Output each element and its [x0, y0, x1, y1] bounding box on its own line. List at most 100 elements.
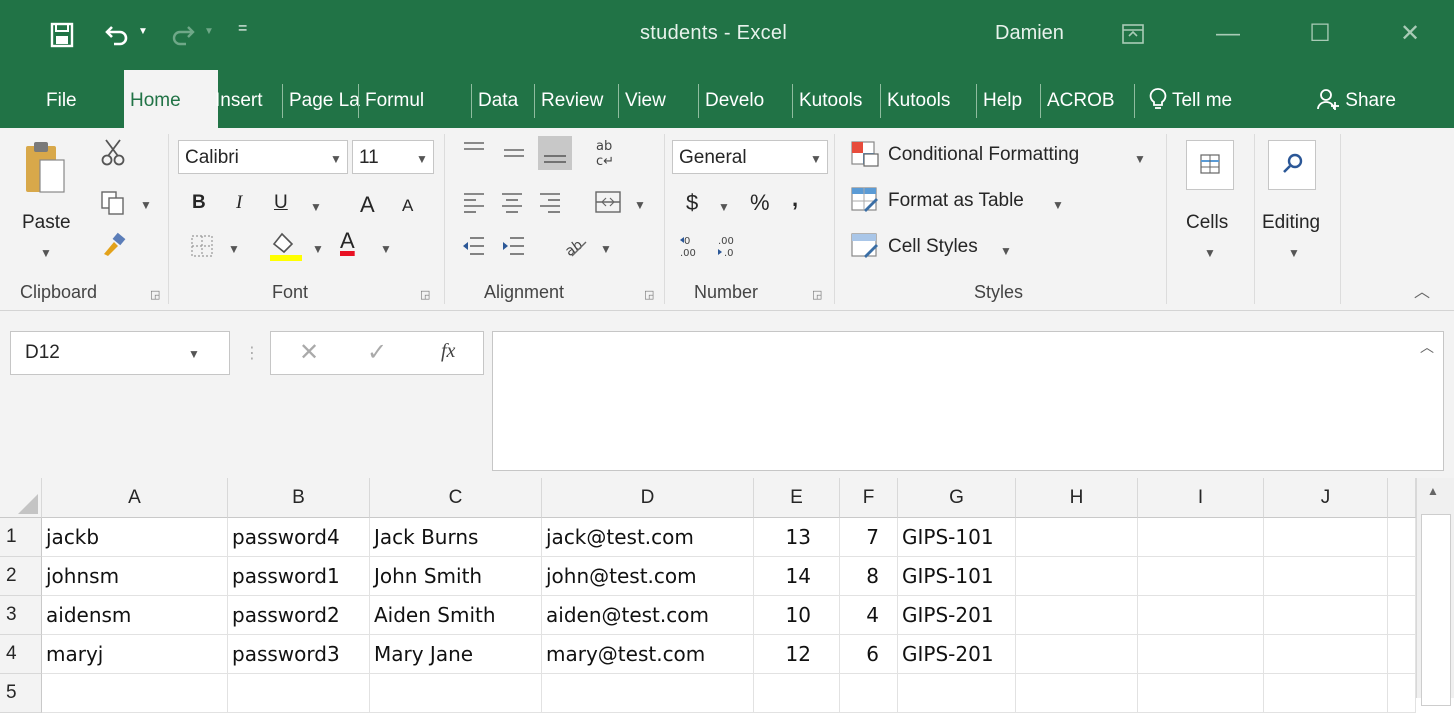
percent-button[interactable]: % [750, 190, 770, 216]
cell[interactable]: John Smith [370, 557, 542, 596]
formula-input[interactable] [492, 331, 1444, 471]
tab-home[interactable]: Home [124, 70, 218, 128]
cell[interactable]: password1 [228, 557, 370, 596]
increase-font-size-button[interactable]: A [360, 192, 375, 218]
merge-center-icon[interactable] [594, 190, 622, 214]
cell[interactable]: aidensm [42, 596, 228, 635]
cell[interactable]: 8 [840, 557, 898, 596]
cell[interactable] [542, 674, 754, 713]
tell-me-box[interactable]: Tell me [1134, 84, 1295, 118]
cell[interactable] [1016, 635, 1138, 674]
format-as-table-dropdown-icon[interactable]: ▼ [1052, 198, 1064, 212]
font-color-button[interactable]: A [340, 228, 355, 254]
cell-styles-button[interactable]: Cell Styles [888, 236, 978, 258]
redo-icon[interactable] [170, 22, 196, 46]
cell[interactable]: 6 [840, 635, 898, 674]
cell[interactable]: password2 [228, 596, 370, 635]
format-as-table-icon[interactable] [850, 186, 880, 214]
cell-styles-icon[interactable] [850, 232, 880, 260]
cell[interactable] [1264, 518, 1388, 557]
scroll-up-icon[interactable]: ▲ [1427, 484, 1439, 498]
tab-help[interactable]: Help [976, 84, 1041, 118]
undo-dropdown-icon[interactable]: ▼ [138, 26, 148, 37]
row-header[interactable]: 5 [0, 674, 42, 713]
cell[interactable]: 4 [840, 596, 898, 635]
ribbon-display-options-icon[interactable] [1122, 24, 1144, 44]
formula-bar-grip-icon[interactable]: ⋮ [244, 343, 260, 363]
cell[interactable]: GIPS-201 [898, 596, 1016, 635]
cell[interactable]: Aiden Smith [370, 596, 542, 635]
cell[interactable] [1138, 635, 1264, 674]
borders-dropdown-icon[interactable]: ▼ [228, 242, 240, 256]
comma-button[interactable]: , [792, 186, 798, 212]
insert-function-button[interactable]: fx [441, 340, 455, 363]
fill-color-icon[interactable] [268, 230, 304, 262]
cell[interactable] [228, 674, 370, 713]
tab-developer[interactable]: Develo [698, 84, 791, 118]
tab-kutools-plus[interactable]: Kutools [880, 84, 973, 118]
middle-align-icon[interactable] [502, 142, 526, 162]
cell[interactable]: jack@test.com [542, 518, 754, 557]
name-box-chevron-down-icon[interactable]: ▼ [188, 347, 200, 361]
tab-kutools[interactable]: Kutools [792, 84, 877, 118]
font-name-chevron-down-icon[interactable]: ▼ [330, 152, 342, 166]
cell[interactable] [1016, 674, 1138, 713]
wrap-text-icon[interactable]: abc↵ [594, 138, 620, 168]
row-header[interactable]: 2 [0, 557, 42, 596]
cells-button[interactable]: Cells ▼ [1176, 136, 1246, 276]
cell[interactable] [1138, 674, 1264, 713]
fill-color-dropdown-icon[interactable]: ▼ [312, 242, 324, 256]
cut-icon[interactable] [100, 138, 126, 166]
cell[interactable] [42, 674, 228, 713]
number-format-chevron-down-icon[interactable]: ▼ [810, 152, 822, 166]
top-align-icon[interactable] [462, 140, 486, 160]
tab-insert[interactable]: Insert [209, 84, 285, 118]
paste-dropdown-icon[interactable]: ▼ [40, 246, 52, 260]
conditional-formatting-dropdown-icon[interactable]: ▼ [1134, 152, 1146, 166]
enter-icon[interactable]: ✓ [367, 338, 387, 367]
column-header[interactable]: I [1138, 478, 1264, 518]
format-painter-icon[interactable] [100, 232, 126, 258]
cell[interactable] [754, 674, 840, 713]
underline-button[interactable]: U [274, 192, 288, 214]
column-header[interactable]: H [1016, 478, 1138, 518]
cell[interactable]: 10 [754, 596, 840, 635]
column-header[interactable]: E [754, 478, 840, 518]
tab-view[interactable]: View [618, 84, 683, 118]
font-name-dropdown[interactable]: Calibri [178, 140, 348, 174]
cell[interactable] [1264, 635, 1388, 674]
cell[interactable] [1264, 596, 1388, 635]
row-header[interactable]: 4 [0, 635, 42, 674]
minimize-button[interactable]: — [1208, 14, 1248, 54]
underline-dropdown-icon[interactable]: ▼ [310, 200, 322, 214]
tab-data[interactable]: Data [471, 84, 536, 118]
conditional-formatting-button[interactable]: Conditional Formatting [888, 144, 1079, 166]
font-launcher-icon[interactable]: ◲ [420, 288, 430, 301]
cell[interactable]: aiden@test.com [542, 596, 754, 635]
bold-button[interactable]: B [192, 192, 206, 214]
maximize-button[interactable]: ☐ [1300, 14, 1340, 54]
cell[interactable]: password4 [228, 518, 370, 557]
cell[interactable] [898, 674, 1016, 713]
scroll-thumb[interactable] [1421, 514, 1451, 706]
number-launcher-icon[interactable]: ◲ [812, 288, 822, 301]
close-button[interactable]: ✕ [1390, 14, 1430, 54]
vertical-scrollbar[interactable]: ▲ [1416, 478, 1454, 706]
cell[interactable]: 12 [754, 635, 840, 674]
cell[interactable] [1016, 557, 1138, 596]
align-right-icon[interactable] [538, 190, 562, 214]
cancel-icon[interactable]: ✕ [299, 338, 319, 367]
cell[interactable] [1138, 557, 1264, 596]
borders-icon[interactable] [190, 234, 214, 258]
cell[interactable]: maryj [42, 635, 228, 674]
column-header[interactable]: B [228, 478, 370, 518]
column-header[interactable]: A [42, 478, 228, 518]
column-header[interactable]: G [898, 478, 1016, 518]
cell[interactable] [840, 674, 898, 713]
font-color-dropdown-icon[interactable]: ▼ [380, 242, 392, 256]
increase-decimal-icon[interactable]: 0.00 [678, 232, 706, 260]
row-header[interactable]: 3 [0, 596, 42, 635]
number-format-dropdown[interactable]: General [672, 140, 828, 174]
currency-dropdown-icon[interactable]: ▼ [718, 200, 730, 214]
cell[interactable] [1016, 518, 1138, 557]
